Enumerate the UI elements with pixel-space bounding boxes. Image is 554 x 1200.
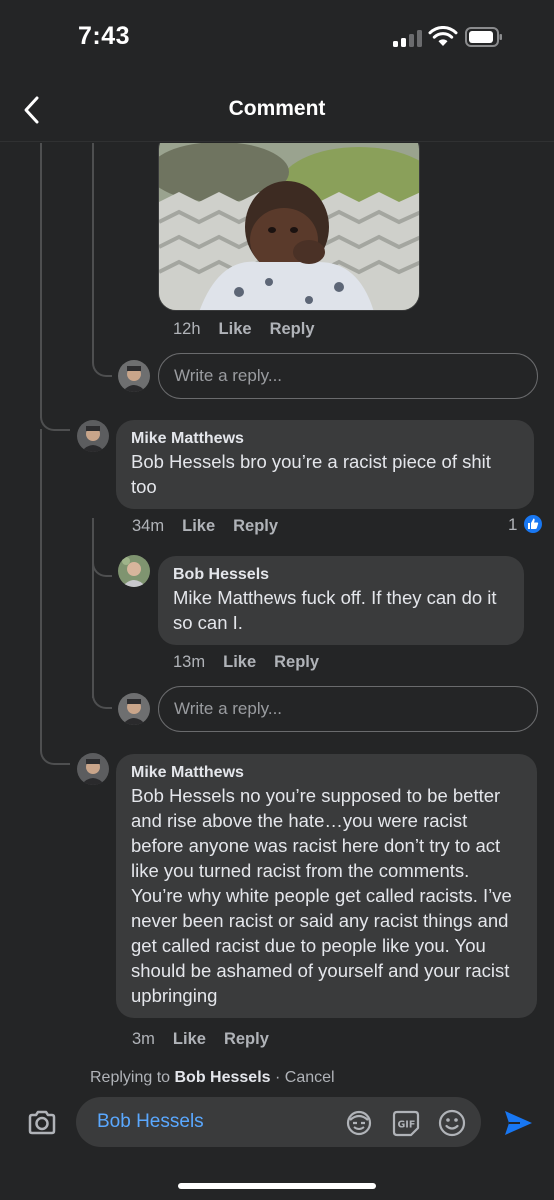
composer: Bob Hessels GIF — [0, 1097, 554, 1157]
reply-actions: 13m Like Reply — [173, 653, 337, 672]
reaction-count[interactable]: 1 — [508, 515, 517, 535]
comment-text: Bob Hessels bro you’re a racist piece of… — [131, 451, 491, 497]
reply-button[interactable]: Reply — [233, 517, 278, 535]
avatar-sticker-icon[interactable] — [344, 1108, 374, 1138]
avatar — [77, 753, 109, 785]
comment-time: 3m — [132, 1030, 155, 1048]
comment-time: 13m — [173, 653, 206, 671]
status-bar: 7:43 — [0, 0, 554, 80]
svg-text:GIF: GIF — [398, 1120, 416, 1131]
cancel-reply-button[interactable]: · Cancel — [271, 1069, 335, 1086]
comment-time: 12h — [173, 320, 201, 338]
battery-icon — [465, 27, 502, 47]
thumbs-up-icon — [522, 513, 544, 535]
write-reply-input[interactable]: Write a reply... — [158, 353, 538, 399]
baby-photo[interactable] — [158, 143, 420, 311]
comment-time: 34m — [132, 517, 165, 535]
like-button[interactable]: Like — [223, 653, 256, 671]
write-reply-input[interactable]: Write a reply... — [158, 686, 538, 732]
comment-text: Bob Hessels no you’re supposed to be bet… — [131, 785, 512, 1006]
replying-name: Bob Hessels — [174, 1069, 271, 1086]
reply-button[interactable]: Reply — [224, 1030, 269, 1048]
cellular-signal-icon — [393, 30, 423, 47]
nav-bar: Comment — [0, 80, 554, 142]
send-icon[interactable] — [502, 1107, 534, 1139]
home-indicator — [178, 1183, 376, 1189]
replying-prefix: Replying to — [90, 1069, 175, 1086]
avatar — [118, 360, 150, 392]
replying-indicator: Replying to Bob Hessels · Cancel — [90, 1069, 335, 1087]
reply-button[interactable]: Reply — [274, 653, 319, 671]
avatar — [77, 420, 109, 452]
comment-text: Mike Matthews fuck off. If they can do i… — [173, 587, 497, 633]
comment-author[interactable]: Bob Hessels — [173, 565, 508, 585]
wifi-icon — [428, 26, 458, 46]
comment-bubble: Mike Matthews Bob Hessels bro you’re a r… — [116, 420, 534, 509]
status-time: 7:43 — [78, 22, 131, 50]
page-title: Comment — [228, 97, 326, 120]
comment-actions: 34m Like Reply — [132, 517, 296, 536]
like-button[interactable]: Like — [219, 320, 252, 338]
camera-icon[interactable] — [26, 1107, 58, 1139]
comment-thread: 12h Like Reply Write a reply... Mike Matth… — [0, 143, 554, 1068]
comment-bubble: Mike Matthews Bob Hessels no you’re supp… — [116, 754, 537, 1018]
comment-input[interactable]: Bob Hessels GIF — [76, 1097, 481, 1147]
first-reply-actions: 12h Like Reply — [173, 320, 333, 339]
comment-input-value: Bob Hessels — [97, 1111, 204, 1132]
comment-author[interactable]: Mike Matthews — [131, 429, 518, 449]
reply-bubble: Bob Hessels Mike Matthews fuck off. If t… — [158, 556, 524, 645]
emoji-icon[interactable] — [437, 1108, 467, 1138]
gif-icon[interactable]: GIF — [391, 1108, 421, 1138]
comment-actions: 3m Like Reply — [132, 1030, 287, 1049]
comment-author[interactable]: Mike Matthews — [131, 763, 521, 783]
reply-button[interactable]: Reply — [270, 320, 315, 338]
avatar — [118, 693, 150, 725]
like-button[interactable]: Like — [173, 1030, 206, 1048]
like-button[interactable]: Like — [182, 517, 215, 535]
avatar — [118, 555, 150, 587]
